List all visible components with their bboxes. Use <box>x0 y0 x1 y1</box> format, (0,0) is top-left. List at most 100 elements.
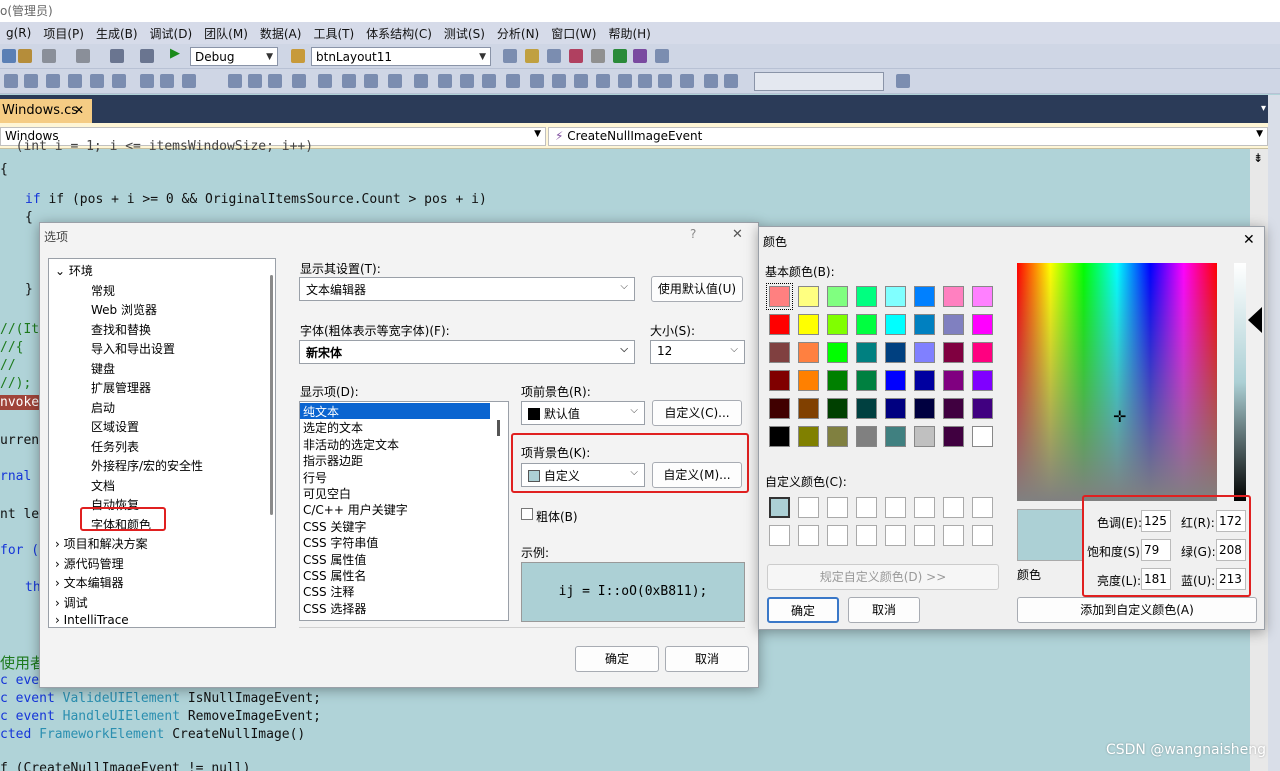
toolbar-tool-icon[interactable] <box>618 74 632 88</box>
luminance-arrow-icon[interactable] <box>1248 307 1262 333</box>
chevron-right-icon[interactable]: › <box>55 596 64 610</box>
toolbar-tool-icon[interactable] <box>268 74 282 88</box>
menu-item[interactable]: 数据(A) <box>254 25 308 42</box>
toolbar-tool-icon[interactable] <box>460 74 474 88</box>
basic-color-swatch[interactable] <box>943 314 964 335</box>
menu-item[interactable]: 项目(P) <box>37 25 90 42</box>
font-dropdown[interactable]: 新宋体 ⌵ <box>299 340 635 364</box>
basic-color-swatch[interactable] <box>827 342 848 363</box>
basic-color-swatch[interactable] <box>798 314 819 335</box>
basic-color-swatch[interactable] <box>914 286 935 307</box>
toolbar-tool-icon[interactable] <box>633 49 647 63</box>
basic-color-swatch[interactable] <box>827 370 848 391</box>
basic-color-swatch[interactable] <box>766 283 793 310</box>
custom-color-swatch[interactable] <box>827 525 848 546</box>
member-dropdown[interactable]: ⚡ CreateNullImageEvent ▼ <box>548 127 1268 146</box>
toolbar-tool-icon[interactable] <box>552 74 566 88</box>
hue-input[interactable]: 125 <box>1141 510 1171 532</box>
background-dropdown[interactable]: 自定义 ⌵ <box>521 463 645 487</box>
toolbar-tool-icon[interactable] <box>182 74 196 88</box>
close-icon[interactable]: ✕ <box>1243 232 1255 248</box>
split-icon[interactable]: ⇟ <box>1253 151 1263 165</box>
basic-color-swatch[interactable] <box>769 342 790 363</box>
toolbar-tool-icon[interactable] <box>596 74 610 88</box>
basic-color-swatch[interactable] <box>827 314 848 335</box>
custom-color-swatch[interactable] <box>943 525 964 546</box>
toolbar-tool-icon[interactable] <box>724 74 738 88</box>
red-input[interactable]: 172 <box>1216 510 1246 532</box>
color-spectrum[interactable]: ✛ <box>1017 263 1217 501</box>
toolbar-tool-icon[interactable] <box>140 74 154 88</box>
custom-color-swatch[interactable] <box>885 497 906 518</box>
basic-color-swatch[interactable] <box>972 314 993 335</box>
display-items-list[interactable]: 纯文本 选定的文本 非活动的选定文本 指示器边距 行号 可见空白 C/C++ 用户关键字 CS… <box>299 401 509 621</box>
tree-item[interactable]: 查找和替换 <box>91 321 151 338</box>
tree-item[interactable]: › 文本编辑器 <box>55 574 124 591</box>
tree-item[interactable]: ⌄ 环境 <box>55 262 93 279</box>
toolbar-tool-icon[interactable] <box>658 74 672 88</box>
toolbar-tool-icon[interactable] <box>4 74 18 88</box>
custom-color-swatch[interactable] <box>885 525 906 546</box>
toolbar-tool-icon[interactable] <box>68 74 82 88</box>
toolbar-tool-icon[interactable] <box>388 74 402 88</box>
custom-color-swatch[interactable] <box>914 497 935 518</box>
display-item[interactable]: CSS 属性名 <box>300 567 508 583</box>
define-custom-colors-button[interactable]: 规定自定义颜色(D) >> <box>767 564 999 590</box>
help-icon[interactable]: ? <box>690 227 696 241</box>
toolbar-tool-icon[interactable] <box>90 74 104 88</box>
basic-color-swatch[interactable] <box>856 314 877 335</box>
toolbar-tool-icon[interactable] <box>574 74 588 88</box>
toolbar-tool-icon[interactable] <box>292 74 306 88</box>
close-icon[interactable]: ✕ <box>732 227 743 242</box>
toolbar-tool-icon[interactable] <box>160 74 174 88</box>
open-icon[interactable] <box>2 49 16 63</box>
navigate-forward-icon[interactable] <box>140 49 154 63</box>
green-input[interactable]: 208 <box>1216 539 1246 561</box>
cancel-button[interactable]: 取消 <box>848 597 920 623</box>
tree-item[interactable]: › 项目和解决方案 <box>55 535 148 552</box>
display-item[interactable]: CSS 字符串值 <box>300 534 508 550</box>
show-settings-dropdown[interactable]: 文本编辑器 ⌵ <box>299 277 635 301</box>
custom-color-swatch[interactable] <box>769 497 790 518</box>
toolbar-tool-icon[interactable] <box>569 49 583 63</box>
tree-item[interactable]: › IntelliTrace <box>55 613 129 627</box>
basic-color-swatch[interactable] <box>914 314 935 335</box>
basic-color-swatch[interactable] <box>856 286 877 307</box>
tree-item[interactable]: 任务列表 <box>91 438 139 455</box>
display-item[interactable]: CSS 注释 <box>300 583 508 599</box>
basic-color-swatch[interactable] <box>856 370 877 391</box>
tree-item[interactable]: 文档 <box>91 477 115 494</box>
basic-color-swatch[interactable] <box>856 398 877 419</box>
basic-color-swatch[interactable] <box>943 370 964 391</box>
background-custom-button[interactable]: 自定义(M)... <box>652 462 742 488</box>
tree-item[interactable]: 启动 <box>91 399 115 416</box>
menu-item[interactable]: 窗口(W) <box>545 25 602 42</box>
basic-color-swatch[interactable] <box>827 286 848 307</box>
foreground-dropdown[interactable]: 默认值 ⌵ <box>521 401 645 425</box>
add-to-custom-colors-button[interactable]: 添加到自定义颜色(A) <box>1017 597 1257 623</box>
luminance-bar[interactable] <box>1234 263 1246 501</box>
custom-color-swatch[interactable] <box>972 525 993 546</box>
basic-color-swatch[interactable] <box>827 398 848 419</box>
toolbar-tool-icon[interactable] <box>112 74 126 88</box>
basic-color-swatch[interactable] <box>769 426 790 447</box>
basic-color-swatch[interactable] <box>914 370 935 391</box>
find-target-dropdown[interactable]: btnLayout11 ▼ <box>311 47 491 66</box>
toolbar-tool-icon[interactable] <box>482 74 496 88</box>
tree-item[interactable]: › 源代码管理 <box>55 555 124 572</box>
toolbar-tool-icon[interactable] <box>46 74 60 88</box>
custom-color-swatch[interactable] <box>972 497 993 518</box>
toolbar-tool-icon[interactable] <box>704 74 718 88</box>
tree-item[interactable]: › 调试 <box>55 594 88 611</box>
custom-color-swatch[interactable] <box>856 497 877 518</box>
tree-item[interactable]: 常规 <box>91 282 115 299</box>
undo-icon[interactable] <box>42 49 56 63</box>
chevron-right-icon[interactable]: › <box>55 557 64 571</box>
display-item[interactable]: CSS 关键字 <box>300 518 508 534</box>
toolbar-empty-dropdown[interactable] <box>754 72 884 91</box>
toolbar-tool-icon[interactable] <box>638 74 652 88</box>
tree-item[interactable]: 扩展管理器 <box>91 379 151 396</box>
custom-color-swatch[interactable] <box>914 525 935 546</box>
basic-color-swatch[interactable] <box>798 286 819 307</box>
display-item[interactable]: 行号 <box>300 469 508 485</box>
